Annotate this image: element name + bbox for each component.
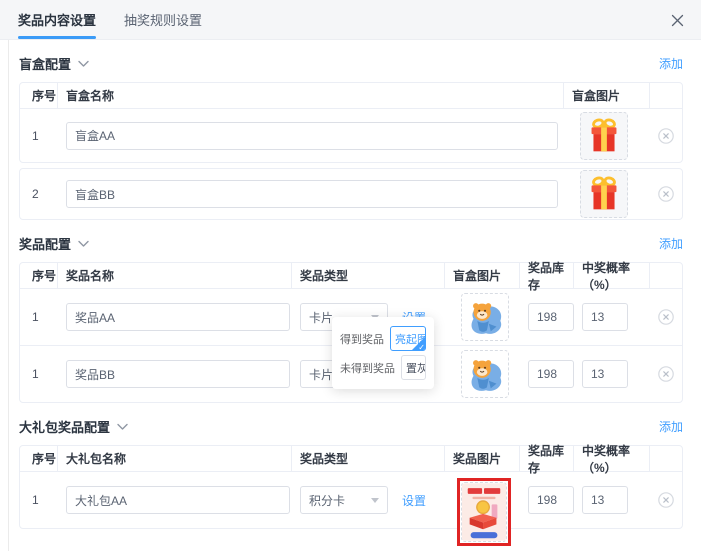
prize-table: 序号 奖品名称 奖品类型 盲盒图片 奖品库存 中奖概率（%） 1 卡片 设置 — [19, 262, 683, 403]
blind-box-image[interactable] — [580, 112, 628, 160]
col-actions — [650, 83, 682, 108]
gift-pack-name-input[interactable] — [66, 486, 290, 514]
add-gift-pack-button[interactable]: 添加 — [659, 418, 683, 435]
selected-option: 积分卡 — [309, 492, 345, 509]
gift-pack-type-select[interactable]: 积分卡 — [300, 486, 388, 514]
probability-input[interactable] — [582, 360, 628, 388]
prize-image[interactable] — [461, 350, 509, 398]
prize-name-input[interactable] — [66, 360, 290, 388]
table-row: 1 — [20, 109, 682, 162]
col-name: 大礼包名称 — [58, 446, 292, 471]
tab-prize-content[interactable]: 奖品内容设置 — [18, 0, 96, 39]
col-stock: 奖品库存 — [520, 446, 574, 471]
selected-option: 卡片 — [309, 366, 333, 383]
dialog-body: 盲盒配置 添加 序号 盲盒名称 盲盒图片 1 — [8, 40, 701, 551]
close-icon[interactable] — [669, 12, 685, 28]
row-index: 1 — [20, 472, 58, 528]
stock-input[interactable] — [528, 360, 574, 388]
chevron-down-icon — [78, 240, 89, 247]
table-header: 序号 奖品名称 奖品类型 盲盒图片 奖品库存 中奖概率（%） — [20, 263, 682, 289]
table-row: 2 — [20, 169, 682, 219]
image-settings-popup: 得到奖品 亮起图片 未得到奖品 置灰图片 — [332, 317, 434, 389]
remove-row-button[interactable] — [658, 492, 674, 508]
remove-row-button[interactable] — [658, 309, 674, 325]
add-prize-button[interactable]: 添加 — [659, 235, 683, 252]
col-type: 奖品类型 — [292, 446, 445, 471]
tiger-doll-icon — [462, 350, 508, 398]
red-highlight-annotation — [457, 478, 511, 546]
blind-box-name-input[interactable] — [66, 122, 558, 150]
col-image: 盲盒图片 — [564, 83, 650, 108]
popup-label-not-won: 未得到奖品 — [340, 360, 395, 376]
stock-input[interactable] — [528, 486, 574, 514]
remove-row-button[interactable] — [658, 366, 674, 382]
selected-option: 卡片 — [309, 309, 333, 326]
probability-input[interactable] — [582, 303, 628, 331]
blind-box-section-toggle[interactable]: 盲盒配置 — [19, 54, 89, 73]
section-blind-box: 盲盒配置 添加 序号 盲盒名称 盲盒图片 1 — [19, 40, 683, 220]
gift-pack-poster-icon — [462, 482, 506, 542]
prize-name-input[interactable] — [66, 303, 290, 331]
col-actions — [650, 263, 682, 288]
col-probability: 中奖概率（%） — [574, 263, 650, 288]
popup-label-won: 得到奖品 — [340, 331, 384, 347]
tab-lottery-rules[interactable]: 抽奖规则设置 — [124, 0, 202, 39]
col-image: 盲盒图片 — [445, 263, 520, 288]
row-index: 1 — [20, 346, 58, 402]
dialog-tab-bar: 奖品内容设置 抽奖规则设置 — [0, 0, 701, 40]
add-blind-box-button[interactable]: 添加 — [659, 55, 683, 72]
gift-pack-image[interactable] — [461, 482, 507, 542]
caret-down-icon — [371, 498, 379, 503]
chevron-down-icon — [117, 423, 128, 430]
blind-box-name-input[interactable] — [66, 180, 558, 208]
tiger-doll-icon — [462, 293, 508, 341]
gray-image-button[interactable]: 置灰图片 — [401, 355, 426, 380]
lit-image-button[interactable]: 亮起图片 — [390, 326, 426, 351]
blind-box-row-card: 2 — [19, 168, 683, 220]
col-stock: 奖品库存 — [520, 263, 574, 288]
section-title: 大礼包奖品配置 — [19, 417, 110, 436]
col-type: 奖品类型 — [292, 263, 445, 288]
gift-box-icon — [581, 112, 627, 160]
settings-link[interactable]: 设置 — [402, 492, 426, 509]
col-name: 奖品名称 — [58, 263, 292, 288]
col-name: 盲盒名称 — [58, 83, 564, 108]
gift-pack-table: 序号 大礼包名称 奖品类型 奖品图片 奖品库存 中奖概率（%） 1 积分卡 设置 — [19, 445, 683, 529]
table-row: 1 积分卡 设置 — [20, 472, 682, 528]
section-prize: 奖品配置 添加 序号 奖品名称 奖品类型 盲盒图片 奖品库存 中奖概率（%） 1 — [19, 220, 683, 403]
table-header: 序号 盲盒名称 盲盒图片 — [20, 83, 682, 109]
chevron-down-icon — [78, 60, 89, 67]
col-actions — [650, 446, 682, 471]
section-title: 奖品配置 — [19, 234, 71, 253]
col-index: 序号 — [20, 446, 58, 471]
prize-section-toggle[interactable]: 奖品配置 — [19, 234, 89, 253]
col-probability: 中奖概率（%） — [574, 446, 650, 471]
gift-pack-section-toggle[interactable]: 大礼包奖品配置 — [19, 417, 128, 436]
col-index: 序号 — [20, 263, 58, 288]
remove-row-button[interactable] — [658, 128, 674, 144]
row-index: 1 — [20, 109, 58, 162]
section-gift-pack: 大礼包奖品配置 添加 序号 大礼包名称 奖品类型 奖品图片 奖品库存 中奖概率（… — [19, 403, 683, 529]
row-index: 1 — [20, 289, 58, 345]
gift-box-icon — [581, 170, 627, 218]
section-title: 盲盒配置 — [19, 54, 71, 73]
stock-input[interactable] — [528, 303, 574, 331]
table-header: 序号 大礼包名称 奖品类型 奖品图片 奖品库存 中奖概率（%） — [20, 446, 682, 472]
probability-input[interactable] — [582, 486, 628, 514]
remove-row-button[interactable] — [658, 186, 674, 202]
col-index: 序号 — [20, 83, 58, 108]
blind-box-table: 序号 盲盒名称 盲盒图片 1 — [19, 82, 683, 163]
row-index: 2 — [20, 169, 58, 219]
prize-image[interactable] — [461, 293, 509, 341]
blind-box-image[interactable] — [580, 170, 628, 218]
col-image: 奖品图片 — [445, 446, 520, 471]
